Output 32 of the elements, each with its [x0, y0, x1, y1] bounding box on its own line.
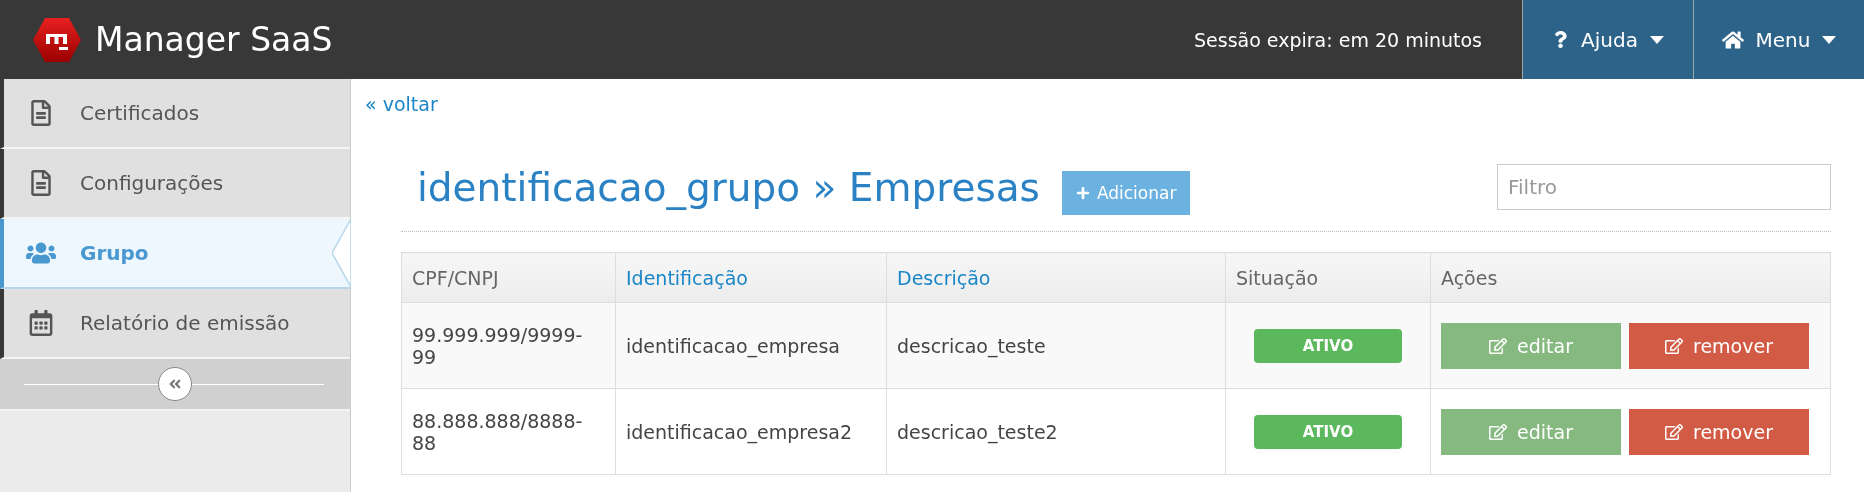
sidebar-item[interactable]: Certificados [0, 79, 350, 149]
sidebar-item[interactable]: Relatório de emissão [0, 289, 350, 359]
menu-button[interactable]: Menu [1693, 0, 1864, 79]
column-header: Ações [1441, 266, 1498, 289]
status-badge: ATIVO [1254, 414, 1402, 449]
app-title: Manager SaaS [95, 20, 333, 59]
column-header: Situação [1236, 266, 1319, 289]
table-cell: descricao_teste2 [886, 388, 1226, 475]
page-title: identificacao_grupo » Empresas [417, 164, 1040, 210]
session-expiry-text: Sessão expira: em 20 minutos [1194, 28, 1482, 51]
sidebar-item-label: Relatório de emissão [80, 311, 290, 335]
menu-button[interactable]: Ajuda [1522, 0, 1693, 79]
sortable-column-header[interactable]: Descrição [897, 266, 991, 289]
sidebar-item[interactable]: Grupo [0, 219, 350, 289]
add-button[interactable]: Adicionar [1061, 171, 1191, 215]
table-cell: 88.888.888/8888-88 [401, 388, 616, 475]
filter-field[interactable]: Filtro [1497, 164, 1831, 210]
table-cell: identificacao_empresa2 [615, 388, 887, 475]
remove-button[interactable]: remover [1629, 322, 1809, 369]
table-cell: identificacao_empresa [615, 302, 887, 389]
table-cell: descricao_teste [886, 302, 1226, 389]
remove-button[interactable]: remover [1629, 408, 1809, 455]
column-header: CPF/CNPJ [412, 266, 499, 289]
status-badge: ATIVO [1254, 328, 1402, 363]
edit-button[interactable]: editar [1441, 408, 1621, 455]
sidebar-item-label: Certificados [80, 101, 200, 125]
edit-button[interactable]: editar [1441, 322, 1621, 369]
back-link[interactable]: « voltar [365, 93, 438, 115]
table-cell: 99.999.999/9999-99 [401, 302, 616, 389]
sidebar-item[interactable]: Configurações [0, 149, 350, 219]
sidebar-item-label: Grupo [80, 241, 149, 265]
sidebar-item-label: Configurações [80, 171, 224, 195]
